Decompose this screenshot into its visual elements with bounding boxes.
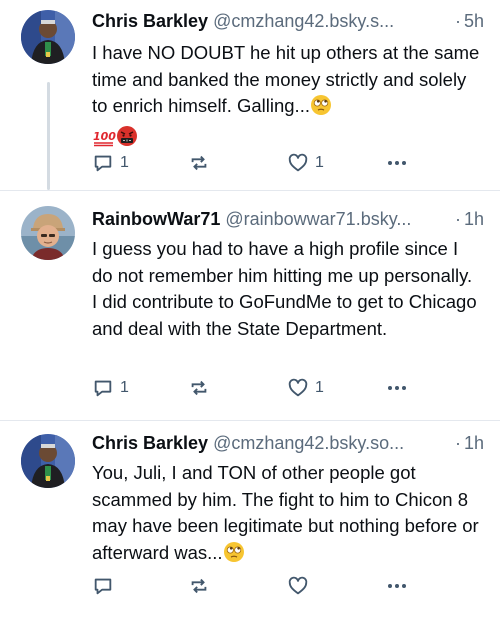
author-handle[interactable]: @rainbowwar71.bsky... bbox=[225, 209, 411, 229]
separator: · bbox=[454, 209, 461, 229]
post-header: Chris Barkley @cmzhang42.bsky.s... · 5h bbox=[92, 8, 484, 34]
avatar[interactable] bbox=[21, 434, 75, 488]
divider bbox=[0, 190, 500, 191]
avatar[interactable] bbox=[21, 10, 75, 64]
like-button[interactable]: 1 bbox=[287, 150, 324, 176]
more-icon bbox=[385, 575, 409, 597]
timestamp[interactable]: 1h bbox=[464, 209, 484, 229]
svg-text:100: 100 bbox=[93, 130, 116, 143]
like-count: 1 bbox=[315, 379, 324, 396]
more-icon bbox=[385, 377, 409, 399]
post-text: I guess you had to have a high profile s… bbox=[92, 238, 477, 339]
post-header: Chris Barkley @cmzhang42.bsky.so... · 1h bbox=[92, 430, 484, 456]
separator: · bbox=[454, 433, 461, 453]
reply-button[interactable]: 1 bbox=[92, 150, 129, 176]
post-actions: 1 1 bbox=[92, 375, 480, 401]
repost-button[interactable] bbox=[188, 150, 210, 176]
author-handle[interactable]: @cmzhang42.bsky.s... bbox=[213, 11, 394, 31]
like-button[interactable]: 1 bbox=[287, 375, 324, 401]
post-body: I have NO DOUBT he hit up others at the … bbox=[92, 40, 482, 154]
post[interactable]: RainbowWar71 @rainbowwar71.bsky... · 1h I … bbox=[0, 190, 500, 420]
avatar[interactable] bbox=[21, 206, 75, 260]
more-options-button[interactable] bbox=[385, 573, 409, 599]
repost-button[interactable] bbox=[188, 375, 210, 401]
post-body: I guess you had to have a high profile s… bbox=[92, 236, 482, 342]
like-icon bbox=[287, 575, 309, 597]
post-header: RainbowWar71 @rainbowwar71.bsky... · 1h bbox=[92, 206, 484, 232]
timestamp[interactable]: 5h bbox=[464, 11, 484, 31]
post-body: You, Juli, I and TON of other people got… bbox=[92, 460, 482, 570]
like-icon bbox=[287, 152, 309, 174]
more-options-button[interactable] bbox=[385, 150, 409, 176]
author-name[interactable]: Chris Barkley bbox=[92, 433, 208, 453]
thread-feed: Chris Barkley @cmzhang42.bsky.s... · 5h I … bbox=[0, 0, 500, 621]
reply-button[interactable] bbox=[92, 573, 120, 599]
repost-icon bbox=[188, 377, 210, 399]
post[interactable]: Chris Barkley @cmzhang42.bsky.so... · 1h Y… bbox=[0, 420, 500, 621]
thread-line bbox=[47, 82, 50, 190]
timestamp[interactable]: 1h bbox=[464, 433, 484, 453]
rolling-eyes-emoji-icon bbox=[223, 541, 245, 571]
post-actions: 1 1 bbox=[92, 150, 480, 176]
separator: · bbox=[454, 11, 461, 31]
post-actions bbox=[92, 573, 480, 599]
more-icon bbox=[385, 152, 409, 174]
post-text: You, Juli, I and TON of other people got… bbox=[92, 462, 479, 563]
reply-count: 1 bbox=[120, 379, 129, 396]
reply-icon bbox=[92, 377, 114, 399]
reply-count: 1 bbox=[120, 154, 129, 171]
repost-button[interactable] bbox=[188, 573, 210, 599]
repost-icon bbox=[188, 575, 210, 597]
rolling-eyes-emoji-icon bbox=[310, 94, 332, 124]
reply-button[interactable]: 1 bbox=[92, 375, 129, 401]
reply-icon bbox=[92, 575, 114, 597]
like-button[interactable] bbox=[287, 573, 315, 599]
author-handle[interactable]: @cmzhang42.bsky.so... bbox=[213, 433, 404, 453]
reply-icon bbox=[92, 152, 114, 174]
like-icon bbox=[287, 377, 309, 399]
more-options-button[interactable] bbox=[385, 375, 409, 401]
post-text: I have NO DOUBT he hit up others at the … bbox=[92, 42, 480, 116]
repost-icon bbox=[188, 152, 210, 174]
post[interactable]: Chris Barkley @cmzhang42.bsky.s... · 5h I … bbox=[0, 0, 500, 190]
author-name[interactable]: RainbowWar71 bbox=[92, 209, 220, 229]
author-name[interactable]: Chris Barkley bbox=[92, 11, 208, 31]
like-count: 1 bbox=[315, 154, 324, 171]
divider bbox=[0, 420, 500, 421]
